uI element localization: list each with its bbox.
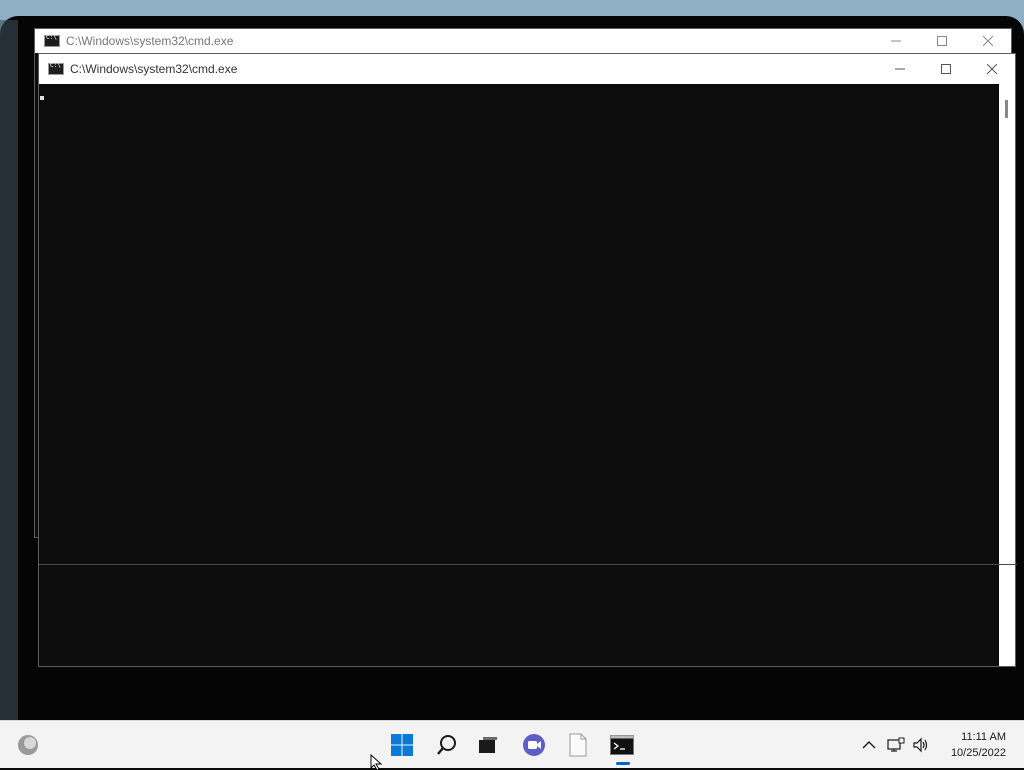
search-icon	[437, 735, 456, 755]
text-cursor	[40, 96, 44, 100]
notepad-button[interactable]	[558, 721, 598, 769]
window-title: C:\Windows\system32\cmd.exe	[70, 62, 238, 76]
cmd-taskbar-button[interactable]	[602, 721, 642, 769]
clock-date: 10/25/2022	[950, 747, 1006, 759]
maximize-button[interactable]	[923, 54, 969, 84]
cmd-app-icon	[44, 34, 60, 47]
active-indicator	[616, 762, 630, 765]
scroll-thumb[interactable]	[1005, 100, 1008, 118]
divider	[39, 564, 1017, 565]
console-output[interactable]	[39, 84, 999, 666]
cmd-icon	[610, 735, 634, 755]
weather-icon	[18, 735, 38, 755]
volume-button[interactable]	[910, 721, 932, 769]
close-button[interactable]	[969, 54, 1015, 84]
network-button[interactable]	[884, 721, 908, 769]
maximize-icon	[941, 64, 951, 74]
desktop-icons-edge	[0, 20, 18, 720]
maximize-icon	[937, 36, 947, 46]
chat-icon	[523, 734, 545, 756]
close-button[interactable]	[965, 29, 1011, 53]
titlebar[interactable]: C:\Windows\system32\cmd.exe	[35, 29, 1011, 53]
vertical-scrollbar[interactable]	[999, 84, 1015, 666]
search-button[interactable]	[427, 721, 467, 769]
task-view-icon	[479, 737, 497, 753]
window-title: C:\Windows\system32\cmd.exe	[66, 34, 234, 48]
task-view-button[interactable]	[468, 721, 508, 769]
minimize-button[interactable]	[873, 29, 919, 53]
taskbar: 11:11 AM 10/25/2022	[0, 720, 1024, 768]
maximize-button[interactable]	[919, 29, 965, 53]
minimize-icon	[891, 40, 901, 42]
minimize-icon	[895, 68, 905, 70]
start-button[interactable]	[382, 721, 422, 769]
network-icon	[887, 737, 905, 752]
titlebar[interactable]: C:\Windows\system32\cmd.exe	[39, 54, 1015, 84]
chat-button[interactable]	[514, 721, 554, 769]
chevron-up-icon	[862, 741, 876, 749]
close-icon	[987, 64, 997, 74]
start-icon	[391, 734, 413, 756]
notepad-icon	[569, 733, 587, 757]
cmd-window-front[interactable]: C:\Windows\system32\cmd.exe	[38, 53, 1017, 667]
clock-time: 11:11 AM	[961, 731, 1006, 743]
minimize-button[interactable]	[877, 54, 923, 84]
volume-icon	[913, 737, 928, 753]
close-icon	[983, 36, 993, 46]
show-hidden-icons-button[interactable]	[858, 721, 880, 769]
weather-widget[interactable]	[8, 721, 48, 769]
cmd-app-icon	[48, 62, 64, 75]
clock[interactable]: 11:11 AM 10/25/2022	[951, 729, 1006, 761]
